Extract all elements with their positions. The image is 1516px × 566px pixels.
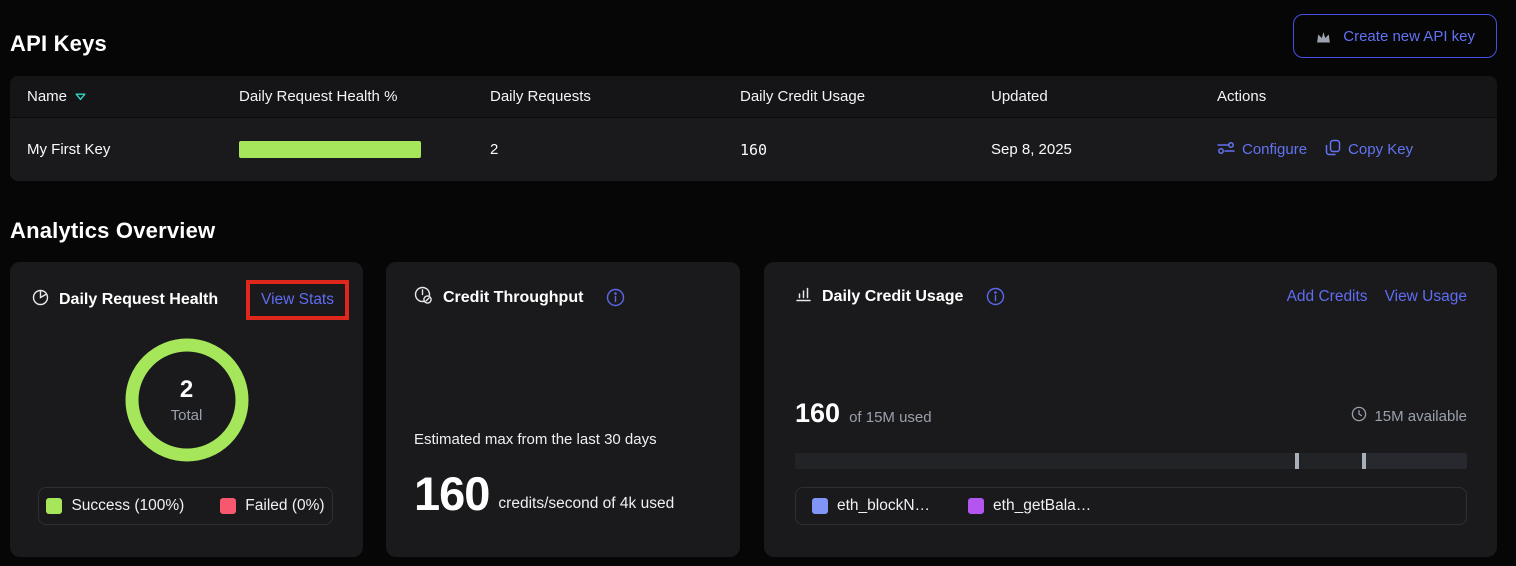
throughput-stats: Estimated max from the last 30 days 160 … bbox=[414, 431, 674, 517]
throughput-subtitle: Estimated max from the last 30 days bbox=[414, 431, 674, 448]
donut-chart-wrap: 2 Total bbox=[10, 337, 363, 463]
card-header: Credit Throughput bbox=[414, 286, 714, 309]
daily-credit-usage-card: Daily Credit Usage Add Credits View Usag… bbox=[764, 262, 1497, 557]
page-title: API Keys bbox=[10, 31, 107, 57]
view-stats-link[interactable]: View Stats bbox=[261, 291, 334, 308]
usage-legend: eth_blockN… eth_getBala… bbox=[795, 487, 1467, 525]
card-title: Daily Request Health bbox=[59, 291, 218, 309]
throughput-suffix: credits/second of 4k used bbox=[498, 495, 674, 517]
card-header: Daily Credit Usage Add Credits View Usag… bbox=[795, 286, 1467, 307]
card-header: Daily Request Health View Stats bbox=[32, 277, 349, 323]
annotation-highlight-box: View Stats bbox=[246, 280, 349, 320]
health-legend: Success (100%) Failed (0%) bbox=[38, 487, 333, 525]
health-bar-cell bbox=[239, 141, 490, 158]
card-title: Daily Credit Usage bbox=[822, 288, 963, 306]
create-new-api-key-label: Create new API key bbox=[1343, 28, 1475, 45]
column-header-health: Daily Request Health % bbox=[239, 88, 490, 105]
column-header-requests: Daily Requests bbox=[490, 88, 740, 105]
analytics-overview-title: Analytics Overview bbox=[10, 218, 215, 244]
legend-item-eth-blocknumber: eth_blockN… bbox=[812, 497, 930, 515]
clock-icon bbox=[1351, 406, 1367, 426]
copy-icon bbox=[1325, 139, 1341, 160]
table-row: My First Key 2 160 Sep 8, 2025 Configure bbox=[10, 118, 1497, 181]
api-keys-table: Name Daily Request Health % Daily Reques… bbox=[10, 76, 1497, 181]
used-value: 160 bbox=[795, 398, 840, 429]
crown-icon bbox=[1315, 29, 1332, 44]
actions-cell: Configure Copy Key bbox=[1217, 139, 1497, 160]
throughput-value-line: 160 credits/second of 4k used bbox=[414, 472, 674, 517]
legend-item-failed: Failed (0%) bbox=[220, 497, 324, 515]
copy-key-link[interactable]: Copy Key bbox=[1325, 139, 1413, 160]
donut-total-value: 2 bbox=[180, 376, 193, 404]
throughput-value: 160 bbox=[414, 472, 489, 517]
daily-requests-value: 2 bbox=[490, 141, 740, 158]
view-usage-link[interactable]: View Usage bbox=[1385, 288, 1467, 306]
credit-throughput-card: Credit Throughput Estimated max from the… bbox=[386, 262, 740, 557]
success-swatch bbox=[46, 498, 62, 514]
bar-chart-icon bbox=[795, 286, 812, 307]
add-credits-link[interactable]: Add Credits bbox=[1287, 288, 1368, 306]
gauge-icon bbox=[414, 286, 433, 309]
available-info: 15M available bbox=[1351, 406, 1467, 426]
failed-swatch bbox=[220, 498, 236, 514]
progress-tick bbox=[1295, 453, 1299, 469]
configure-link[interactable]: Configure bbox=[1217, 141, 1307, 159]
health-bar bbox=[239, 141, 421, 158]
column-header-name[interactable]: Name bbox=[10, 88, 239, 105]
info-icon[interactable] bbox=[606, 288, 625, 307]
progress-segment bbox=[1364, 453, 1467, 469]
eth-blocknumber-swatch bbox=[812, 498, 828, 514]
pie-chart-icon bbox=[32, 289, 49, 311]
dashboard-page: API Keys Create new API key Name Daily R… bbox=[0, 0, 1516, 566]
eth-getbalance-swatch bbox=[968, 498, 984, 514]
sliders-icon bbox=[1217, 141, 1235, 159]
legend-item-eth-getbalance: eth_getBala… bbox=[968, 497, 1091, 515]
card-header-links: Add Credits View Usage bbox=[1287, 288, 1467, 306]
available-label: 15M available bbox=[1374, 408, 1467, 425]
column-header-credit-usage: Daily Credit Usage bbox=[740, 88, 991, 105]
column-header-actions: Actions bbox=[1217, 88, 1497, 105]
used-suffix: of 15M used bbox=[849, 409, 932, 426]
chevron-down-icon bbox=[75, 88, 86, 105]
create-new-api-key-button[interactable]: Create new API key bbox=[1293, 14, 1497, 58]
donut-total-label: Total bbox=[171, 407, 203, 424]
usage-progress-bar bbox=[795, 453, 1467, 469]
table-header-row: Name Daily Request Health % Daily Reques… bbox=[10, 76, 1497, 118]
info-icon[interactable] bbox=[986, 287, 1005, 306]
updated-value: Sep 8, 2025 bbox=[991, 141, 1217, 158]
column-header-updated: Updated bbox=[991, 88, 1217, 105]
donut-center: 2 Total bbox=[124, 337, 250, 463]
api-key-name: My First Key bbox=[10, 141, 239, 158]
card-title: Credit Throughput bbox=[443, 289, 583, 307]
daily-request-health-card: Daily Request Health View Stats 2 Total … bbox=[10, 262, 363, 557]
usage-stats-row: 160 of 15M used 15M available bbox=[795, 398, 1467, 429]
legend-item-success: Success (100%) bbox=[46, 497, 184, 515]
donut-chart: 2 Total bbox=[124, 337, 250, 463]
daily-credit-usage-value: 160 bbox=[740, 141, 991, 159]
progress-tick bbox=[1362, 453, 1366, 469]
